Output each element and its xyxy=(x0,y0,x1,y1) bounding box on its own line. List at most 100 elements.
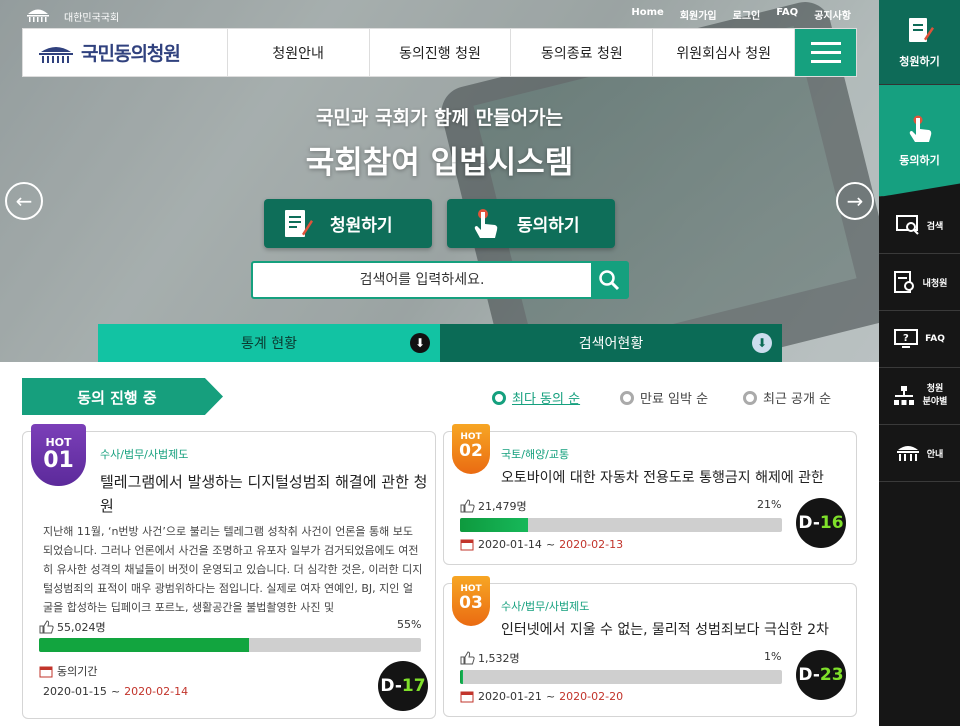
calendar-icon xyxy=(460,539,474,551)
download-icon: ⬇ xyxy=(410,333,430,353)
sort-recent[interactable]: 최근 공개 순 xyxy=(743,388,831,407)
rail-search-button[interactable]: 검색 xyxy=(879,197,960,254)
link-faq[interactable]: FAQ xyxy=(776,7,798,22)
assembly-building-icon xyxy=(896,446,919,461)
my-document-icon xyxy=(893,271,914,293)
petition-title[interactable]: 인터넷에서 지울 수 없는, 물리적 성범죄보다 극심한 2차 xyxy=(501,618,846,642)
assembly-logo-icon xyxy=(39,46,73,63)
petition-title[interactable]: 오토바이에 대한 자동차 전용도로 통행금지 해제에 관한 xyxy=(501,466,846,490)
petition-card[interactable]: HOT 02 국토/해양/교통 오토바이에 대한 자동차 전용도로 통행금지 해… xyxy=(443,424,857,565)
download-icon: ⬇ xyxy=(752,333,772,353)
radio-selected-icon xyxy=(492,390,506,405)
assembly-building-icon xyxy=(27,9,49,22)
utility-links: Home 회원가입 로그인 FAQ 공지사항 xyxy=(631,7,851,22)
rail-search-label: 검색 xyxy=(926,221,944,232)
progress-fill xyxy=(460,518,528,532)
rail-my-petition-label: 내청원 xyxy=(922,278,948,289)
rail-agree-label: 동의하기 xyxy=(899,153,940,167)
hamburger-icon xyxy=(810,42,841,45)
nav-committee-petitions[interactable]: 위원회심사 청원 xyxy=(653,29,796,76)
search-button[interactable] xyxy=(591,263,627,297)
sort-expiring-soon[interactable]: 만료 임박 순 xyxy=(620,388,708,407)
hot-badge: HOT 03 xyxy=(452,576,490,626)
link-home[interactable]: Home xyxy=(631,7,663,22)
logo-text: 국민동의청원 xyxy=(81,43,181,65)
thumbs-up-icon xyxy=(39,620,54,634)
search-box xyxy=(251,261,629,299)
petition-category: 수사/법무/사법제도 xyxy=(501,600,590,613)
assembly-name[interactable]: 대한민국국회 xyxy=(64,9,119,24)
petition-title[interactable]: 텔레그램에서 발생하는 디지털성범죄 해결에 관한 청원 xyxy=(100,470,430,518)
link-login[interactable]: 로그인 xyxy=(733,7,761,22)
hamburger-menu-button[interactable] xyxy=(795,29,856,76)
quick-menu-rail: 청원하기 동의하기 검색 내청원 ? FAQ 청원 분야별 안내 xyxy=(879,0,960,726)
agree-button[interactable]: 동의하기 xyxy=(447,199,615,248)
progress-bar xyxy=(460,518,782,532)
document-pen-icon xyxy=(285,209,313,237)
monitor-search-icon xyxy=(895,215,919,235)
dday-badge: D- 23 xyxy=(796,650,846,700)
agree-percent: 21% xyxy=(757,498,782,511)
petition-period: 2020-01-15 ~ 2020-02-14 xyxy=(43,685,189,698)
stats-tabs: 통계 현황 ⬇ 검색어현황 ⬇ xyxy=(98,324,782,362)
radio-icon xyxy=(743,390,757,405)
search-icon xyxy=(599,270,620,291)
progress-bar xyxy=(460,670,782,684)
arrow-left-icon: ← xyxy=(15,189,33,213)
rail-faq-label: FAQ xyxy=(925,334,945,344)
pointing-hand-icon xyxy=(474,208,498,238)
progress-fill xyxy=(39,638,250,652)
period-label: 동의기간 xyxy=(39,663,97,679)
nav-ongoing-petitions[interactable]: 동의진행 청원 xyxy=(370,29,512,76)
agree-count: 21,479명 xyxy=(460,498,527,514)
progress-bar xyxy=(39,638,421,652)
rail-guide-label: 안내 xyxy=(926,449,944,460)
rail-field-button[interactable]: 청원 분야별 xyxy=(879,368,960,425)
thumbs-up-icon xyxy=(460,651,475,665)
petition-card[interactable]: HOT 01 수사/법무/사법제도 텔레그램에서 발생하는 디지털성범죄 해결에… xyxy=(22,424,436,719)
petition-card[interactable]: HOT 03 수사/법무/사법제도 인터넷에서 지울 수 없는, 물리적 성범죄… xyxy=(443,576,857,717)
svg-text:?: ? xyxy=(903,333,909,344)
section-title-ribbon: 동의 진행 중 xyxy=(22,378,223,415)
hero-subtitle: 국민과 국회가 함께 만들어가는 xyxy=(315,107,564,129)
petition-button[interactable]: 청원하기 xyxy=(264,199,432,248)
nav-petition-guide[interactable]: 청원안내 xyxy=(228,29,370,76)
agree-percent: 55% xyxy=(397,618,422,631)
tab-statistics-label: 통계 현황 xyxy=(241,336,297,352)
petition-summary: 지난해 11월, ‘n번방 사건’으로 불리는 텔레그램 성착취 사건이 언론을… xyxy=(43,525,423,614)
rail-petition-label: 청원하기 xyxy=(899,55,940,68)
site-logo[interactable]: 국민동의청원 xyxy=(23,29,228,76)
thumbs-up-icon xyxy=(460,499,475,513)
nav-closed-petitions[interactable]: 동의종료 청원 xyxy=(511,29,654,76)
tab-search-keywords-label: 검색어현황 xyxy=(578,336,644,352)
rail-agree-button[interactable]: 동의하기 xyxy=(879,85,960,197)
sort-most-agreed[interactable]: 최다 동의 순 xyxy=(492,388,580,407)
agree-count: 1,532명 xyxy=(460,650,520,666)
hot-badge: HOT 02 xyxy=(452,424,490,474)
rail-guide-button[interactable]: 안내 xyxy=(879,425,960,482)
tab-search-keywords[interactable]: 검색어현황 ⬇ xyxy=(440,324,782,362)
agree-button-label: 동의하기 xyxy=(517,216,580,236)
arrow-right-icon: → xyxy=(846,189,864,213)
rail-faq-button[interactable]: ? FAQ xyxy=(879,311,960,368)
petition-period: 2020-01-21 ~ 2020-02-20 xyxy=(460,690,623,703)
rail-petition-button[interactable]: 청원하기 xyxy=(879,0,960,85)
agree-count: 55,024명 xyxy=(39,619,106,635)
petition-period: 2020-01-14 ~ 2020-02-13 xyxy=(460,538,623,551)
monitor-question-icon: ? xyxy=(894,329,919,348)
agree-percent: 1% xyxy=(764,650,782,663)
hero-title: 국회참여 입법시스템 xyxy=(305,145,574,181)
pointing-hand-icon xyxy=(909,115,931,142)
petition-category: 국토/해양/교통 xyxy=(501,448,570,461)
section-title: 동의 진행 중 xyxy=(77,389,157,407)
next-slide-button[interactable]: → xyxy=(836,182,874,220)
document-pen-icon xyxy=(908,18,934,42)
rail-my-petition-button[interactable]: 내청원 xyxy=(879,254,960,311)
link-signup[interactable]: 회원가입 xyxy=(680,7,717,22)
calendar-icon xyxy=(39,666,53,677)
link-notice[interactable]: 공지사항 xyxy=(814,7,851,22)
prev-slide-button[interactable]: ← xyxy=(5,182,43,220)
tab-statistics[interactable]: 통계 현황 ⬇ xyxy=(98,324,440,362)
petition-category: 수사/법무/사법제도 xyxy=(100,448,189,461)
search-input[interactable] xyxy=(253,263,591,297)
